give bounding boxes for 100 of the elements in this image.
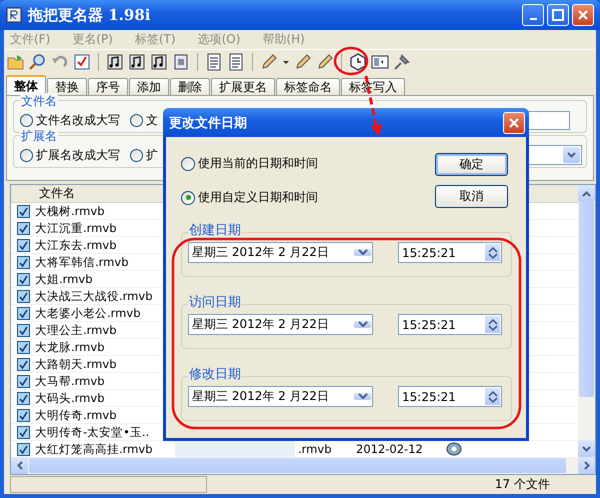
radio-option[interactable]: 使用当前的日期和时间 (181, 155, 318, 172)
pin-icon[interactable] (393, 53, 411, 71)
vertical-scrollbar[interactable] (578, 185, 595, 457)
group-title: 访问日期 (188, 293, 242, 311)
document-icon[interactable] (205, 53, 223, 71)
group-title: 创建日期 (188, 221, 242, 239)
spin-up-icon[interactable] (488, 390, 498, 396)
checkbox[interactable] (16, 290, 30, 302)
chevron-right-icon[interactable] (584, 461, 590, 470)
app-icon (6, 7, 22, 23)
checkbox-icon[interactable] (73, 53, 91, 71)
tab[interactable]: 序号 (88, 78, 128, 95)
time-field[interactable]: 15:25:21 (398, 242, 502, 263)
spin-down-icon[interactable] (488, 324, 498, 330)
horizontal-scrollbar[interactable] (11, 457, 595, 474)
chevron-down-icon[interactable] (358, 393, 368, 400)
close-icon (577, 9, 589, 21)
chevron-down-icon[interactable] (582, 446, 591, 452)
file-name: 大码头.rmvb (35, 390, 106, 406)
minimize-icon (530, 18, 536, 20)
file-name: 大明传奇-太安堂•玉.. (35, 424, 150, 440)
file-name: 大决战三大战役.rmvb (35, 288, 154, 304)
file-name: 大理公主.rmvb (35, 322, 118, 338)
tab[interactable]: 替换 (47, 78, 87, 95)
cancel-button[interactable]: 取消 (435, 185, 508, 208)
clock-icon[interactable] (349, 53, 367, 71)
folder-icon[interactable] (7, 53, 25, 71)
page-icon[interactable] (172, 53, 190, 71)
tab[interactable]: 标签命名 (276, 78, 340, 95)
checkbox[interactable] (16, 426, 30, 438)
time-field[interactable]: 15:25:21 (398, 386, 502, 407)
document-icon[interactable] (227, 53, 245, 71)
checkbox[interactable] (16, 408, 30, 422)
close-button[interactable] (503, 112, 525, 134)
chevron-up-icon[interactable] (582, 190, 591, 196)
file-name: 大江东去.rmvb (35, 238, 118, 252)
checkbox[interactable] (16, 392, 30, 404)
file-extension: .rmvb (297, 442, 332, 456)
tab[interactable]: 删除 (170, 78, 210, 95)
tab[interactable]: 整体 (6, 75, 46, 95)
radio-option[interactable]: 扩展名改成大写 (20, 146, 120, 164)
tab[interactable]: 添加 (129, 78, 169, 95)
minimize-button[interactable] (522, 4, 544, 26)
annotation-circle (334, 46, 368, 76)
date-picker[interactable]: 星期三 2012年 2 月22日 (188, 386, 373, 407)
file-name: 大明传奇.rmvb (35, 408, 118, 422)
close-button[interactable] (572, 4, 594, 26)
magnifier-icon[interactable] (29, 53, 47, 71)
group-title: 文件名 (20, 93, 58, 110)
checkbox[interactable] (16, 204, 30, 218)
file-name: 大马帮.rmvb (35, 374, 106, 388)
checkbox[interactable] (16, 306, 30, 320)
checkbox[interactable] (16, 340, 30, 354)
file-name: 大江沉重.rmvb (35, 220, 118, 236)
panel-icon[interactable] (371, 53, 389, 71)
spin-down-icon[interactable] (488, 396, 498, 402)
chevron-down-icon[interactable] (358, 321, 368, 328)
spin-up-icon[interactable] (488, 318, 498, 324)
date-picker[interactable]: 星期三 2012年 2 月22日 (188, 314, 373, 335)
file-name: 大路朝天.rmvb (35, 356, 118, 372)
music-file-icon[interactable] (106, 53, 124, 71)
radio-option[interactable]: 文件名改成大写 (20, 112, 120, 128)
radio-option[interactable]: 文 (130, 112, 158, 128)
checkbox[interactable] (16, 222, 30, 234)
window-title: 拖把更名器 1.98i (28, 6, 150, 24)
checkbox[interactable] (16, 256, 30, 268)
group-title: 扩展名 (20, 128, 58, 145)
checkbox[interactable] (16, 238, 30, 252)
file-name: 大红灯笼高高挂.rmvb (35, 442, 154, 456)
checkbox[interactable] (16, 442, 30, 456)
ok-button[interactable]: 确定 (435, 153, 508, 176)
checkbox[interactable] (16, 272, 30, 286)
chevron-down-icon[interactable] (358, 249, 368, 256)
radio-option[interactable]: 使用自定义日期和时间 (181, 189, 318, 206)
music-file-icon[interactable] (128, 53, 146, 71)
file-count: 17 个文件 (494, 476, 550, 493)
maximize-icon (552, 9, 564, 21)
music-file-icon[interactable] (150, 53, 168, 71)
checkbox[interactable] (16, 358, 30, 370)
chevron-left-icon[interactable] (16, 461, 22, 470)
date-picker[interactable]: 星期三 2012年 2 月22日 (188, 242, 373, 263)
pencil-icon[interactable] (260, 53, 278, 71)
pencil-icon[interactable] (316, 53, 334, 71)
maximize-button[interactable] (547, 4, 569, 26)
radio-option[interactable]: 扩 (130, 146, 158, 164)
checkbox[interactable] (16, 374, 30, 388)
file-name: 大龙脉.rmvb (35, 340, 106, 354)
file-name: 大将军韩信.rmvb (35, 254, 130, 270)
checkbox[interactable] (16, 324, 30, 336)
file-name: 大槐树.rmvb (35, 204, 106, 218)
group-title: 修改日期 (188, 365, 242, 383)
tab[interactable]: 扩展更名 (211, 78, 275, 95)
dialog-title: 更改文件日期 (169, 114, 247, 132)
file-name: 大姐.rmvb (35, 272, 94, 286)
close-icon (508, 116, 520, 128)
spin-up-icon[interactable] (488, 246, 498, 252)
pencil-icon[interactable] (294, 53, 312, 71)
file-name: 大老婆小老公.rmvb (35, 306, 142, 320)
spin-down-icon[interactable] (488, 252, 498, 258)
time-field[interactable]: 15:25:21 (398, 314, 502, 335)
